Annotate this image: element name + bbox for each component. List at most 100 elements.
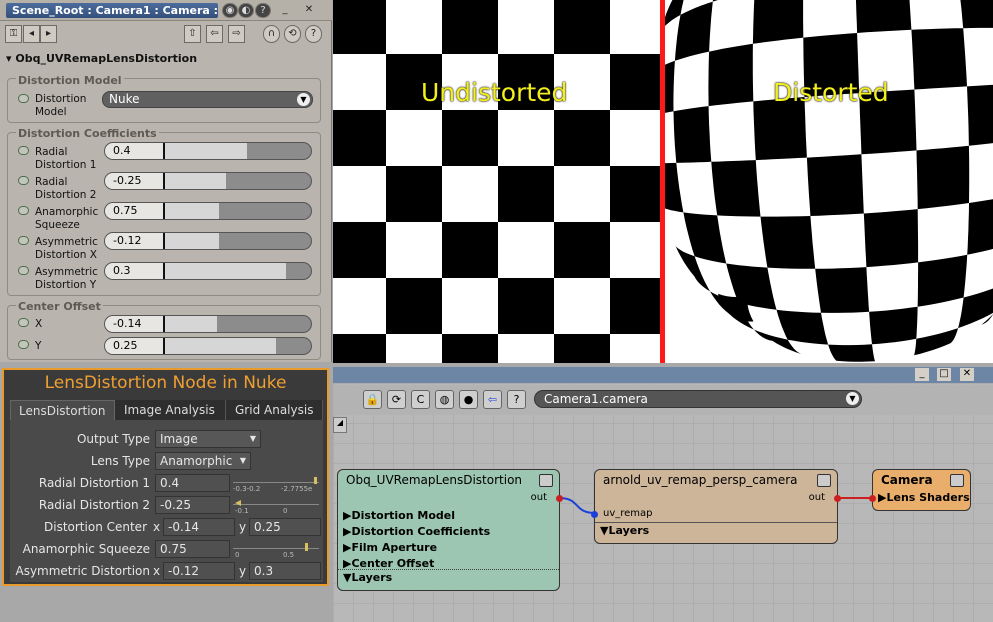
lens-distortion-node[interactable]: Obq_UVRemapLensDistortion out ▶Distortio… — [337, 469, 563, 591]
uv-remap-camera-node[interactable]: arnold_uv_remap_persp_camera out uv_rema… — [591, 469, 841, 544]
lens-node-layers[interactable]: ▼Layers — [338, 569, 559, 586]
minimize-icon[interactable]: _ — [915, 368, 929, 381]
radial2-field[interactable]: -0.25 — [155, 496, 230, 514]
coefficient-label: Asymmetric Distortion Y — [35, 266, 98, 292]
minimize-icon[interactable]: _ — [277, 3, 293, 18]
close-icon[interactable]: ✕ — [301, 3, 317, 18]
node-menu-icon[interactable] — [950, 474, 964, 487]
nuke-panel-title: LensDistortion Node in Nuke — [44, 373, 287, 393]
question-icon[interactable]: ? — [305, 25, 322, 43]
slider-value[interactable]: 0.75 — [105, 203, 163, 219]
lens-type-select[interactable]: Anamorphic ▼ — [155, 452, 251, 470]
slider-value[interactable]: -0.25 — [105, 173, 163, 189]
checker-cell — [554, 222, 610, 278]
offset-slider[interactable]: -0.14 — [104, 315, 312, 333]
uv-remap-port-label: uv_remap — [603, 508, 653, 519]
up-arrow-icon[interactable]: ⇧ — [184, 25, 201, 43]
distortion-center-label: Distortion Center — [44, 520, 147, 534]
offset-slider[interactable]: 0.25 — [104, 337, 312, 355]
slider-fill — [163, 233, 219, 249]
label-line: Anamorphic — [35, 206, 99, 218]
slider-handle[interactable] — [235, 500, 241, 506]
param-row[interactable]: ▶Film Aperture — [338, 540, 559, 556]
slider-fill — [163, 203, 219, 219]
slider-value[interactable]: 0.4 — [105, 143, 163, 159]
slider-value[interactable]: 0.25 — [105, 338, 163, 354]
animation-led[interactable] — [18, 176, 29, 185]
lock-icon[interactable]: ∩ — [263, 25, 280, 43]
key-icon[interactable]: ⚿ — [5, 25, 22, 43]
revert-icon[interactable]: ⟲ — [284, 25, 301, 43]
node-menu-icon[interactable] — [817, 474, 831, 487]
forward-arrow-icon[interactable]: ▸ — [40, 25, 57, 43]
slider-handle[interactable] — [314, 477, 317, 484]
center-y-field[interactable]: 0.25 — [249, 518, 321, 536]
back-arrow-icon[interactable]: ◂ — [23, 25, 40, 43]
distorted-viewport[interactable]: Distorted — [665, 0, 993, 363]
checker-cell — [960, 0, 993, 29]
label-line: Asymmetric — [35, 266, 98, 278]
uv-remap-in-port[interactable] — [591, 511, 598, 518]
squeeze-slider[interactable]: 0 0.5 — [233, 540, 319, 559]
animation-led[interactable] — [18, 206, 29, 215]
output-type-label: Output Type — [76, 432, 150, 446]
undistorted-viewport[interactable]: Undistorted — [333, 0, 660, 363]
recycle-icon[interactable]: ◉ — [222, 3, 238, 18]
maximize-icon[interactable]: □ — [937, 368, 951, 381]
out-port[interactable] — [556, 495, 563, 502]
tab-image-analysis[interactable]: Image Analysis — [116, 400, 226, 420]
center-x-field[interactable]: -0.14 — [163, 518, 235, 536]
asym-x-field[interactable]: -0.12 — [163, 562, 235, 580]
coefficient-slider[interactable]: 0.3 — [104, 262, 312, 280]
slider-handle[interactable] — [305, 543, 308, 551]
param-row[interactable]: ▶Distortion Model — [338, 508, 559, 524]
animation-led[interactable] — [18, 146, 29, 155]
radial1-slider[interactable]: -0.3-0.2 -2.7755e — [233, 474, 319, 493]
coefficient-slider[interactable]: 0.4 — [104, 142, 312, 160]
checker-cell — [863, 209, 919, 268]
coefficient-slider[interactable]: 0.75 — [104, 202, 312, 220]
animation-led[interactable] — [18, 340, 29, 349]
out-port[interactable] — [834, 495, 841, 502]
radial2-slider[interactable]: -0.1 0 — [233, 496, 319, 515]
camera-node[interactable]: Camera ▶Lens Shaders — [869, 469, 971, 511]
checker-cell — [333, 0, 386, 54]
node-menu-icon[interactable] — [539, 474, 553, 487]
slider-value[interactable]: -0.14 — [105, 316, 163, 332]
close-icon[interactable]: ✕ — [960, 368, 974, 381]
tab-grid-analysis[interactable]: Grid Analysis — [227, 400, 323, 420]
animation-led[interactable] — [18, 318, 29, 327]
tab-lensdistortion[interactable]: LensDistortion — [10, 400, 115, 420]
checker-cell — [442, 0, 498, 54]
param-row[interactable]: ▶Distortion Coefficients — [338, 524, 559, 540]
checker-cell — [967, 84, 993, 146]
label-line: Radial — [35, 146, 68, 158]
coefficient-slider[interactable]: -0.12 — [104, 232, 312, 250]
nuke-lensdistortion-panel: LensDistortion Node in Nuke LensDistorti… — [2, 368, 329, 586]
asym-y-field[interactable]: 0.3 — [249, 562, 321, 580]
left-arrow-icon[interactable]: ⇦ — [206, 25, 223, 43]
squeeze-field[interactable]: 0.75 — [155, 540, 230, 558]
output-type-select[interactable]: Image ▼ — [155, 430, 261, 448]
lens-shaders-row[interactable]: ▶Lens Shaders — [873, 490, 970, 506]
right-arrow-icon[interactable]: ⇨ — [228, 25, 245, 43]
link-icon[interactable]: ◐ — [238, 3, 254, 18]
animation-led[interactable] — [18, 266, 29, 275]
slider-value[interactable]: -0.12 — [105, 233, 163, 249]
remap-node-layers[interactable]: ▼Layers — [595, 522, 837, 539]
chevron-down-icon: ▼ — [297, 93, 310, 106]
distortion-model-dropdown[interactable]: Nuke ▼ — [102, 91, 313, 108]
slider-value[interactable]: 0.3 — [105, 263, 163, 279]
radial1-field[interactable]: 0.4 — [155, 474, 230, 492]
help-icon[interactable]: ? — [255, 3, 271, 18]
remap-node-title: arnold_uv_remap_persp_camera — [603, 473, 798, 487]
label-line: Model — [35, 106, 67, 118]
checker-cell — [442, 334, 498, 363]
coefficient-label: Anamorphic Squeeze — [35, 206, 98, 232]
animation-led[interactable] — [18, 236, 29, 245]
coefficient-slider[interactable]: -0.25 — [104, 172, 312, 190]
animation-led[interactable] — [18, 94, 29, 103]
slider-fill — [163, 338, 276, 354]
coefficient-label: Radial Distortion 2 — [35, 176, 96, 202]
radial1-label: Radial Distortion 1 — [38, 476, 150, 490]
